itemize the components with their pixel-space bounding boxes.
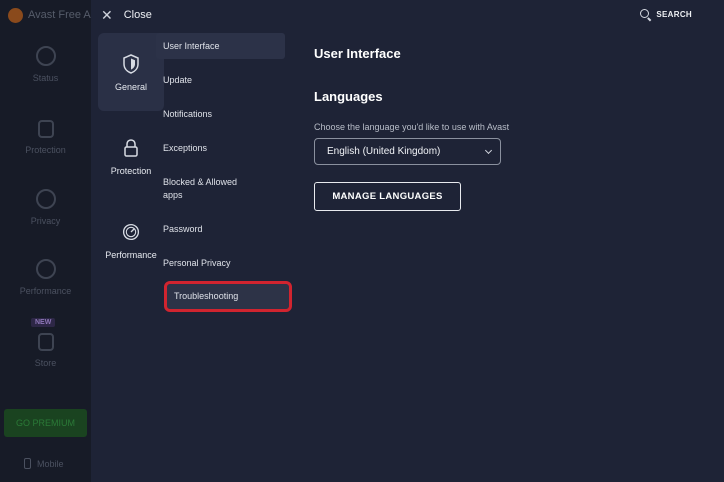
chevron-down-icon <box>484 146 493 154</box>
category-performance[interactable]: Performance <box>98 222 164 266</box>
close-button[interactable]: ✕ Close <box>101 8 152 22</box>
menu-item-personal-privacy[interactable]: Personal Privacy <box>156 250 285 276</box>
app-nav-label: Store <box>34 358 57 368</box>
mobile-label: Mobile <box>37 458 64 469</box>
languages-description: Choose the language you'd like to use wi… <box>314 122 510 132</box>
menu-item-password[interactable]: Password <box>156 216 285 242</box>
cart-icon <box>37 333 54 351</box>
app-nav-protection[interactable]: Protection <box>0 120 91 155</box>
menu-item-blocked-allowed-apps[interactable]: Blocked & Allowed apps <box>156 175 256 203</box>
avast-logo-icon <box>8 7 23 23</box>
new-badge: NEW <box>31 318 56 327</box>
category-label: Protection <box>110 166 152 176</box>
mobile-link[interactable]: Mobile <box>24 458 64 469</box>
app-nav-label: Protection <box>25 145 66 155</box>
menu-item-notifications[interactable]: Notifications <box>156 101 285 127</box>
app-title: Avast Free A <box>8 6 91 24</box>
mobile-phone-icon <box>24 458 31 469</box>
page-title: User Interface <box>314 46 401 61</box>
app-nav-performance[interactable]: Performance <box>0 259 91 296</box>
fingerprint-icon <box>35 189 56 209</box>
app-nav-status[interactable]: Status <box>0 46 91 83</box>
app-title-text: Avast Free A <box>28 9 91 21</box>
lock-icon <box>37 120 54 138</box>
close-label: Close <box>123 9 152 21</box>
check-circle-icon <box>35 46 56 66</box>
menu-item-update[interactable]: Update <box>156 67 285 93</box>
category-label: General <box>114 82 148 92</box>
speedometer-icon <box>35 259 56 279</box>
category-protection[interactable]: Protection <box>98 138 164 182</box>
menu-item-user-interface[interactable]: User Interface <box>156 33 285 59</box>
app-nav-label: Performance <box>19 286 72 296</box>
language-select-value: English (United Kingdom) <box>327 146 441 157</box>
category-label: Performance <box>105 250 157 260</box>
category-general[interactable]: General <box>98 33 164 111</box>
settings-panel: ✕ Close SEARCH General Protection Perfor… <box>91 0 724 482</box>
speedometer-icon <box>122 223 140 241</box>
go-premium-button[interactable]: GO PREMIUM <box>4 409 87 437</box>
app-nav-label: Privacy <box>30 216 61 226</box>
search-button[interactable]: SEARCH <box>640 9 692 20</box>
app-nav-label: Status <box>32 73 59 83</box>
menu-item-troubleshooting[interactable]: Troubleshooting <box>164 281 292 312</box>
language-select[interactable]: English (United Kingdom) <box>314 138 501 165</box>
manage-languages-button[interactable]: MANAGE LANGUAGES <box>314 182 461 211</box>
lock-icon <box>124 139 138 157</box>
app-sidebar: Avast Free A Status Protection Privacy P… <box>0 0 91 482</box>
app-nav-store[interactable]: Store <box>0 333 91 368</box>
shield-icon <box>123 54 139 74</box>
app-nav-privacy[interactable]: Privacy <box>0 189 91 226</box>
search-icon <box>640 9 651 20</box>
menu-item-exceptions[interactable]: Exceptions <box>156 135 285 161</box>
languages-heading: Languages <box>314 89 383 104</box>
search-label: SEARCH <box>656 10 692 19</box>
close-icon: ✕ <box>101 7 113 23</box>
